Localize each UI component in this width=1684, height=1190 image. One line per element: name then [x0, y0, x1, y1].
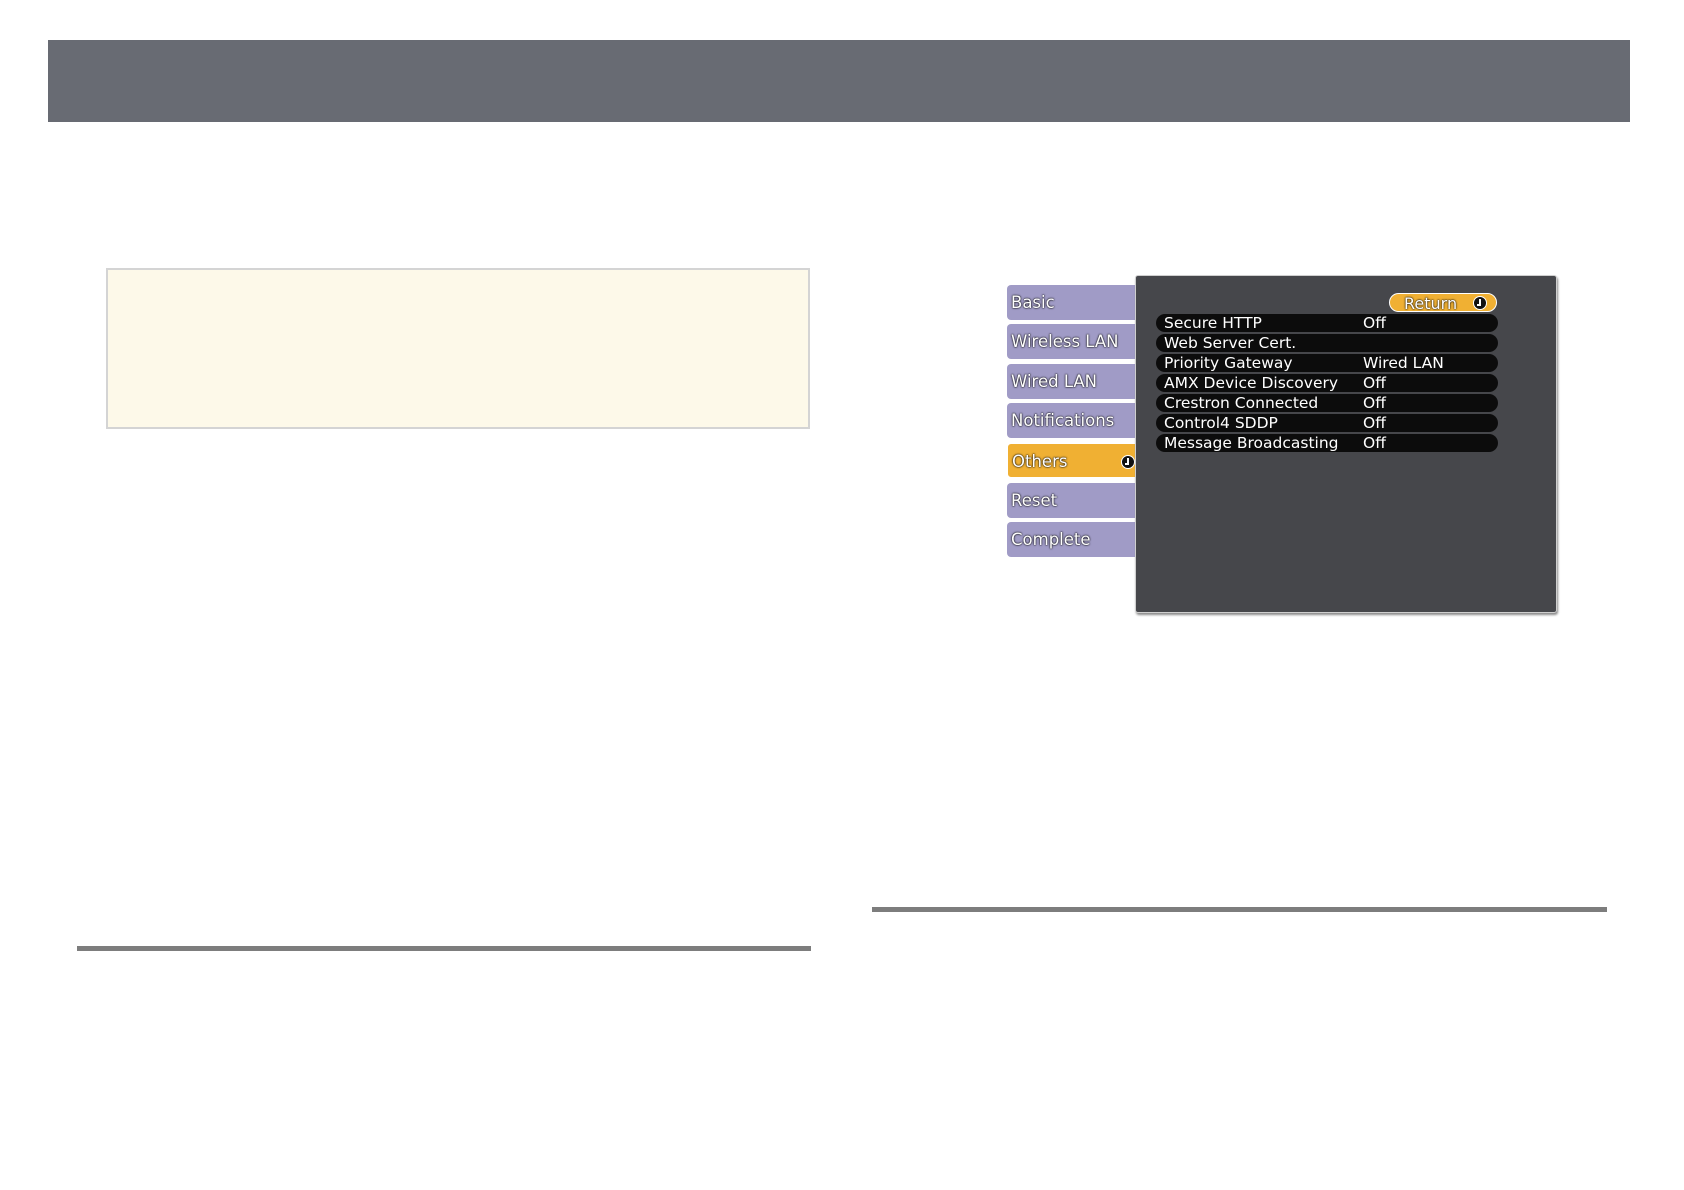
setting-label: Control4 SDDP	[1164, 414, 1278, 432]
tab-wireless-lan[interactable]: Wireless LAN	[1007, 324, 1145, 359]
setting-label: Message Broadcasting	[1164, 434, 1339, 452]
section-divider-right	[872, 907, 1607, 912]
tab-label: Basic	[1011, 293, 1055, 312]
tab-wired-lan[interactable]: Wired LAN	[1007, 364, 1145, 399]
setting-label: AMX Device Discovery	[1164, 374, 1339, 392]
tab-basic[interactable]: Basic	[1007, 285, 1145, 320]
setting-control4-sddp[interactable]: Control4 SDDP Off	[1156, 414, 1498, 432]
tab-label: Complete	[1011, 530, 1091, 549]
enter-icon	[1473, 296, 1487, 310]
setting-priority-gateway[interactable]: Priority Gateway Wired LAN	[1156, 354, 1498, 372]
tab-label: Wired LAN	[1011, 372, 1098, 391]
setting-web-server-cert[interactable]: Web Server Cert.	[1156, 334, 1498, 352]
setting-label: Priority Gateway	[1164, 354, 1293, 372]
setting-label: Secure HTTP	[1164, 314, 1262, 332]
page-header-bar	[48, 40, 1630, 122]
tab-notifications[interactable]: Notifications	[1007, 403, 1145, 438]
setting-crestron-connected[interactable]: Crestron Connected Off	[1156, 394, 1498, 412]
setting-label: Web Server Cert.	[1164, 334, 1297, 352]
projector-network-menu: Basic Wireless LAN Wired LAN Notificatio…	[1005, 273, 1557, 613]
setting-value: Off	[1363, 414, 1386, 432]
setting-value: Off	[1363, 314, 1386, 332]
setting-value: Off	[1363, 374, 1386, 392]
return-button[interactable]: Return	[1389, 293, 1497, 313]
setting-value: Off	[1363, 434, 1386, 452]
setting-value: Off	[1363, 394, 1386, 412]
enter-icon	[1121, 455, 1135, 469]
settings-panel: Return Secure HTTP Off Web Server Cert. …	[1135, 275, 1557, 613]
setting-amx-device-discovery[interactable]: AMX Device Discovery Off	[1156, 374, 1498, 392]
tab-others[interactable]: Others	[1007, 443, 1144, 478]
setting-secure-http[interactable]: Secure HTTP Off	[1156, 314, 1498, 332]
setting-value: Wired LAN	[1363, 354, 1444, 372]
tab-label: Notifications	[1011, 411, 1115, 430]
note-box	[106, 268, 810, 429]
setting-message-broadcasting[interactable]: Message Broadcasting Off	[1156, 434, 1498, 452]
return-label: Return	[1404, 294, 1458, 313]
section-divider-left	[77, 946, 811, 951]
setting-label: Crestron Connected	[1164, 394, 1319, 412]
tab-label: Reset	[1011, 491, 1058, 510]
tab-reset[interactable]: Reset	[1007, 483, 1145, 518]
tab-complete[interactable]: Complete	[1007, 522, 1145, 557]
tab-label: Others	[1012, 452, 1068, 471]
tab-label: Wireless LAN	[1011, 332, 1119, 351]
